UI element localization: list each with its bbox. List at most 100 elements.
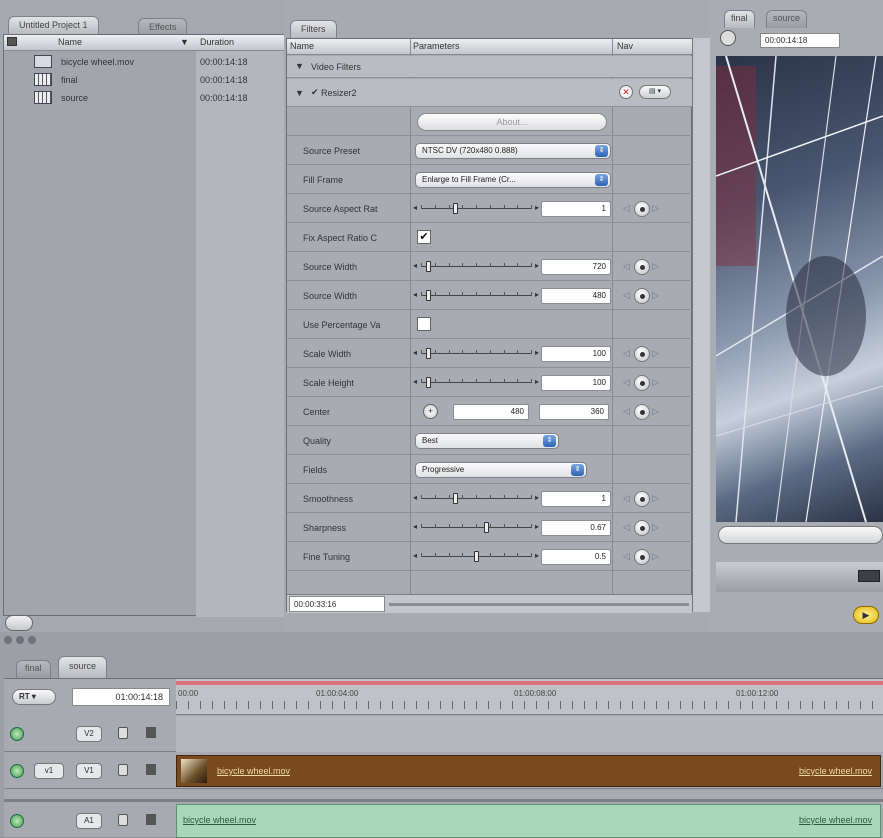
parameter-popup[interactable]: NTSC DV (720x480 0.888) ⇕ <box>415 143 611 159</box>
keyframe-button-icon[interactable]: ◁ ▷ <box>623 491 659 507</box>
parameter-popup[interactable]: Best ⇕ <box>415 433 559 449</box>
parameter-value-field[interactable]: 0.5 <box>541 549 611 565</box>
parameter-value-field[interactable]: 480 <box>541 288 611 304</box>
track-visibility-icon[interactable] <box>10 727 24 741</box>
slider-thumb[interactable] <box>426 348 432 359</box>
viewer-control-icon[interactable] <box>858 570 880 582</box>
track-visibility-icon[interactable] <box>10 764 24 778</box>
filters-timecode[interactable]: 00:00:33:16 <box>289 596 385 612</box>
lock-icon[interactable] <box>118 764 128 776</box>
parameter-value-field[interactable]: 100 <box>541 346 611 362</box>
parameter-popup[interactable]: Enlarge to Fill Frame (Cr... ⇕ <box>415 172 611 188</box>
tab-filters[interactable]: Filters <box>290 20 337 38</box>
track-id-button[interactable]: V1 <box>76 763 102 779</box>
point-y-field[interactable]: 360 <box>539 404 609 420</box>
track-audible-icon[interactable] <box>10 814 24 828</box>
parameter-checkbox[interactable] <box>417 317 431 331</box>
enable-checkmark-icon[interactable]: ✔ <box>311 87 319 98</box>
track-id-button[interactable]: V2 <box>76 726 102 742</box>
name-column-header[interactable]: Name <box>58 37 82 47</box>
filter-row[interactable]: ▼ ✔ Resizer2 ✕ ▤ ▾ <box>287 79 692 107</box>
browser-scroll-button[interactable] <box>5 615 33 631</box>
parameter-slider[interactable]: ◂ ▸ <box>413 492 539 506</box>
parameter-value-field[interactable]: 0.67 <box>541 520 611 536</box>
track-id-button[interactable]: A1 <box>76 813 102 829</box>
parameter-value-field[interactable]: 1 <box>541 491 611 507</box>
viewer-timecode[interactable]: 00:00:14:18 <box>760 33 840 48</box>
slider-thumb[interactable] <box>452 493 458 504</box>
parameter-row: Fields Progressive ⇕ <box>287 456 692 484</box>
timeline-timecode[interactable]: 01:00:14:18 <box>72 688 170 706</box>
keyframe-button-icon[interactable]: ◁ ▷ <box>623 259 659 275</box>
slider-thumb[interactable] <box>426 290 432 301</box>
tab-timeline-source[interactable]: source <box>58 656 108 678</box>
duration-column-header[interactable]: Duration <box>200 37 234 47</box>
viewer-scrubber[interactable] <box>718 526 883 544</box>
parameter-label: Smoothness <box>303 494 354 504</box>
disclosure-triangle-icon[interactable]: ▼ <box>295 61 304 71</box>
auto-select-icon[interactable] <box>146 814 156 825</box>
tab-viewer-final[interactable]: final <box>724 10 755 28</box>
reset-x-icon[interactable]: ✕ <box>619 85 633 99</box>
parameter-row: Fix Aspect Ratio C ✔ <box>287 224 692 252</box>
keyframe-button-icon[interactable]: ◁ ▷ <box>623 346 659 362</box>
keyframe-button-icon[interactable]: ◁ ▷ <box>623 549 659 565</box>
parameter-slider[interactable]: ◂ ▸ <box>413 376 539 390</box>
rt-menu-button[interactable]: RT ▾ <box>12 689 56 705</box>
parameter-row: Quality Best ⇕ <box>287 427 692 455</box>
parameter-slider[interactable]: ◂ ▸ <box>413 550 539 564</box>
slider-thumb[interactable] <box>426 261 432 272</box>
parameter-value-field[interactable]: 1 <box>541 201 611 217</box>
keyframe-button-icon[interactable]: ◁ ▷ <box>623 288 659 304</box>
parameter-popup[interactable]: Progressive ⇕ <box>415 462 587 478</box>
parameter-value-field[interactable]: 720 <box>541 259 611 275</box>
slider-thumb[interactable] <box>484 522 489 533</box>
slider-thumb[interactable] <box>452 203 458 214</box>
filter-menu-button[interactable]: ▤ ▾ <box>639 85 671 99</box>
auto-select-icon[interactable] <box>146 727 156 738</box>
list-item[interactable]: final 00:00:14:18 <box>4 71 284 89</box>
parameter-slider[interactable]: ◂ ▸ <box>413 202 539 216</box>
slider-thumb[interactable] <box>473 551 479 562</box>
video-filters-row[interactable]: ▼ Video Filters <box>287 56 692 78</box>
browser-header: Name ▼ Duration <box>4 35 284 51</box>
keyframe-button-icon[interactable]: ◁ ▷ <box>623 404 659 420</box>
minimize-window-icon[interactable] <box>16 636 24 644</box>
parameter-label: Fine Tuning <box>303 552 351 562</box>
video-clip[interactable]: bicycle wheel.mov bicycle wheel.mov <box>176 755 881 787</box>
item-duration: 00:00:14:18 <box>200 93 248 103</box>
timeline-ruler[interactable]: 00:00 01:00:04:00 01:00:08:00 01:00:12:0… <box>176 679 883 715</box>
point-picker-icon[interactable]: + <box>423 404 438 419</box>
lock-icon[interactable] <box>118 814 128 826</box>
keyframe-button-icon[interactable]: ◁ ▷ <box>623 520 659 536</box>
list-item[interactable]: source 00:00:14:18 <box>4 89 284 107</box>
parameter-slider[interactable]: ◂ ▸ <box>413 347 539 361</box>
parameter-checkbox[interactable]: ✔ <box>417 230 431 244</box>
source-patch-button[interactable]: v1 <box>34 763 64 779</box>
parameter-value-field[interactable]: 100 <box>541 375 611 391</box>
tab-project[interactable]: Untitled Project 1 <box>8 16 99 34</box>
parameter-slider[interactable]: ◂ ▸ <box>413 260 539 274</box>
slider-thumb[interactable] <box>426 377 432 388</box>
play-button[interactable]: ▶ <box>853 606 879 624</box>
keyframe-button-icon[interactable]: ◁ ▷ <box>623 201 659 217</box>
clip-label: bicycle wheel.mov <box>183 815 257 825</box>
ruler-label: 00:00 <box>178 689 199 698</box>
zoom-window-icon[interactable] <box>28 636 36 644</box>
keyframe-button-icon[interactable]: ◁ ▷ <box>623 375 659 391</box>
disclosure-triangle-icon[interactable]: ▼ <box>295 88 304 98</box>
list-item[interactable]: bicycle wheel.mov 00:00:14:18 <box>4 53 284 71</box>
duration-column <box>196 51 284 617</box>
filters-zoom-slider[interactable] <box>389 603 689 606</box>
close-window-icon[interactable] <box>4 636 12 644</box>
parameter-slider[interactable]: ◂ ▸ <box>413 521 539 535</box>
audio-clip[interactable]: bicycle wheel.mov bicycle wheel.mov <box>176 804 881 838</box>
tab-timeline-final[interactable]: final <box>16 660 51 678</box>
auto-select-icon[interactable] <box>146 764 156 775</box>
about-button[interactable]: About... <box>417 113 607 131</box>
track-lane[interactable] <box>176 716 883 752</box>
lock-icon[interactable] <box>118 727 128 739</box>
point-x-field[interactable]: 480 <box>453 404 529 420</box>
parameter-slider[interactable]: ◂ ▸ <box>413 289 539 303</box>
tab-viewer-source[interactable]: source <box>766 10 808 28</box>
